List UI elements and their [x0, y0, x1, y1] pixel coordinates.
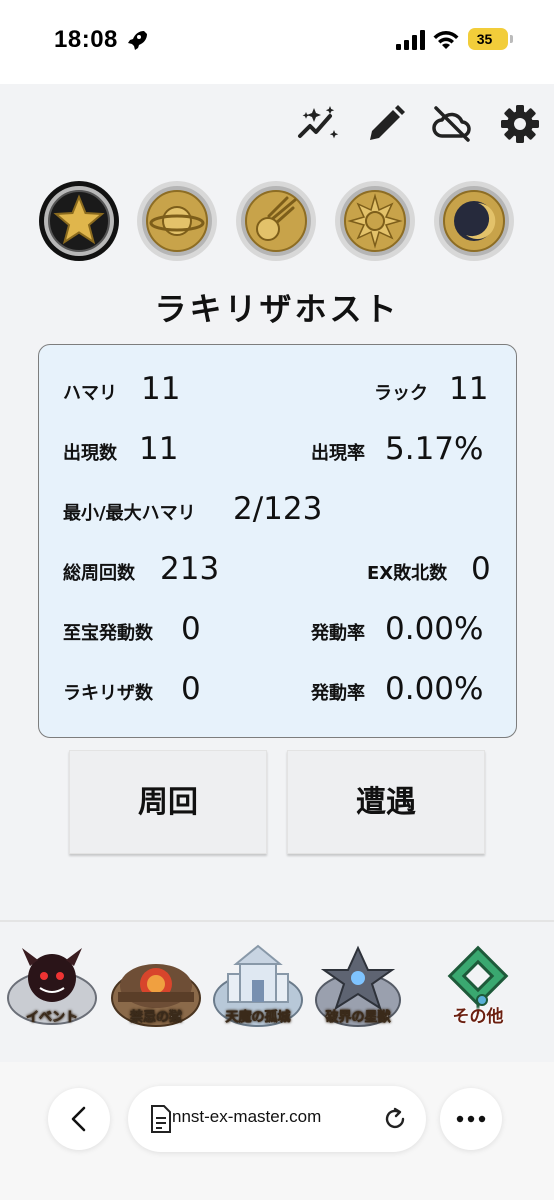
lakiriza-rate-value: 0.00% [385, 671, 484, 707]
status-bar: 18:08 35 [0, 0, 554, 84]
tab-tenma-castle[interactable]: 天魔の孤城 [210, 940, 306, 1036]
lap-button[interactable]: 周回 [69, 750, 267, 854]
more-button[interactable] [440, 1088, 502, 1150]
rocket-icon [128, 31, 147, 50]
tab-label-hakai-star-beast: 破界の星獣 [325, 1010, 391, 1026]
treasure-rate-label: 発動率 [311, 623, 365, 644]
battery-icon: 35 [468, 28, 508, 50]
stat-row: 最小/最大ハマリ 2/123 [63, 491, 493, 531]
encounter-button[interactable]: 遭遇 [287, 750, 485, 854]
sparkle-chart-icon[interactable] [296, 102, 340, 146]
address-bar[interactable]: nnst-ex-master.com [128, 1086, 426, 1152]
tab-forbidden-prison[interactable]: 禁忌の獄 [108, 940, 204, 1036]
signal-icon [396, 30, 425, 50]
monster-name: ラキリザホスト [154, 290, 400, 328]
reload-icon[interactable] [382, 1106, 408, 1132]
stat-row: ハマリ 11 ラック 11 [63, 371, 493, 411]
browser-toolbar: nnst-ex-master.com [0, 1062, 554, 1200]
bottom-tab-bar: イベント 禁忌の獄 天魔の孤城 破界の星獣 その他 [0, 920, 554, 1062]
tab-other[interactable]: その他 [430, 940, 526, 1036]
gear-icon[interactable] [498, 102, 542, 146]
luck-value: 11 [449, 371, 489, 407]
pencil-icon[interactable] [364, 102, 408, 146]
moon-medal[interactable] [433, 180, 515, 262]
stat-row: 至宝発動数 0 発動率 0.00% [63, 611, 493, 651]
comet-medal[interactable] [235, 180, 317, 262]
stat-row: ラキリザ数 0 発動率 0.00% [63, 671, 493, 711]
total-laps-value: 213 [160, 551, 220, 587]
wifi-icon [433, 31, 459, 49]
stat-row: 総周回数 213 EX敗北数 0 [63, 551, 493, 591]
treasure-rate-value: 0.00% [385, 611, 484, 647]
star-medal[interactable] [38, 180, 120, 262]
treasure-count-value: 0 [181, 611, 201, 647]
lakiriza-count-label: ラキリザ数 [63, 683, 153, 704]
stat-row: 出現数 11 出現率 5.17% [63, 431, 493, 471]
back-icon [71, 1106, 86, 1132]
cloud-off-icon[interactable] [430, 102, 474, 146]
ex-defeat-value: 0 [471, 551, 491, 587]
hamari-label: ハマリ [63, 383, 117, 404]
url-text: nnst-ex-master.com [172, 1107, 322, 1126]
planet-medal[interactable] [136, 180, 218, 262]
total-laps-label: 総周回数 [63, 563, 135, 584]
tab-label-tenma-castle: 天魔の孤城 [225, 1010, 291, 1026]
sun-medal[interactable] [334, 180, 416, 262]
back-button[interactable] [48, 1088, 110, 1150]
appear-count-label: 出現数 [63, 443, 117, 464]
tab-event[interactable]: イベント [4, 940, 100, 1036]
battery-level: 35 [476, 31, 493, 47]
battery-tip [510, 35, 513, 43]
more-icon [456, 1115, 486, 1123]
lakiriza-count-value: 0 [181, 671, 201, 707]
stats-card: ハマリ 11 ラック 11 出現数 11 出現率 5.17% 最小/最大ハマリ … [38, 344, 517, 738]
appear-rate-label: 出現率 [311, 443, 365, 464]
page-icon [151, 1105, 171, 1133]
appear-rate-value: 5.17% [385, 431, 484, 467]
minmax-label: 最小/最大ハマリ [63, 503, 196, 524]
lakiriza-rate-label: 発動率 [311, 683, 365, 704]
appear-count-value: 11 [139, 431, 179, 467]
tab-label-event: イベント [25, 1010, 79, 1026]
tab-label-forbidden-prison: 禁忌の獄 [129, 1010, 183, 1026]
status-time: 18:08 [54, 26, 118, 53]
treasure-count-label: 至宝発動数 [63, 623, 153, 644]
luck-label: ラック [374, 383, 428, 404]
minmax-value: 2/123 [233, 491, 323, 527]
tab-hakai-star-beast[interactable]: 破界の星獣 [310, 940, 406, 1036]
hamari-value: 11 [141, 371, 181, 407]
tab-label-other: その他 [452, 1007, 504, 1027]
ex-defeat-label: EX敗北数 [367, 563, 448, 584]
